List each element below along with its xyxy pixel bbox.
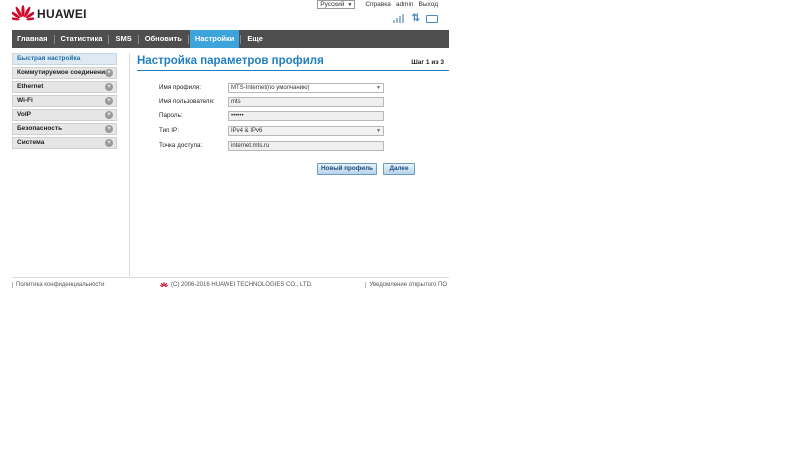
sidebar-item-label: Безопасность xyxy=(17,125,63,132)
main-nav: Главная Статистика SMS Обновить Настройк… xyxy=(12,30,449,48)
sidebar-item-label: VoIP xyxy=(17,111,31,118)
next-button[interactable]: Далее xyxy=(383,163,415,175)
nav-divider xyxy=(187,34,189,44)
sidebar-item-system[interactable]: Система + xyxy=(12,137,117,149)
step-indicator: Шаг 1 из 3 xyxy=(411,59,444,66)
username-label: Имя пользователя: xyxy=(159,98,215,105)
sidebar-item-wifi[interactable]: Wi-Fi + xyxy=(12,95,117,107)
sidebar-item-dialup[interactable]: Коммутируемое соединение + xyxy=(12,67,117,79)
apn-label: Точка доступа: xyxy=(159,142,203,149)
page-title: Настройка параметров профиля xyxy=(137,55,324,67)
password-field[interactable]: •••••• xyxy=(228,111,384,121)
nav-more[interactable]: Еще xyxy=(242,30,268,48)
status-icons: ⇅ xyxy=(392,13,438,24)
copyright: (C) 2006-2016 HUAWEI TECHNOLOGIES CO., L… xyxy=(160,282,313,288)
sidebar-item-voip[interactable]: VoIP + xyxy=(12,109,117,121)
ip-type-value: IPv4 & IPv6 xyxy=(231,128,263,134)
expand-icon: + xyxy=(105,111,113,119)
huawei-flower-icon xyxy=(160,282,168,287)
nav-divider xyxy=(137,34,139,44)
nav-divider xyxy=(240,34,242,44)
footer-divider xyxy=(12,277,449,278)
chevron-down-icon: ▼ xyxy=(376,85,381,91)
signal-icon xyxy=(392,14,405,23)
sidebar-item-ethernet[interactable]: Ethernet + xyxy=(12,81,117,93)
ip-type-select[interactable]: IPv4 & IPv6 ▼ xyxy=(228,126,384,136)
logout-link[interactable]: Выход xyxy=(419,1,438,8)
privacy-policy-link[interactable]: Политика конфиденциальности xyxy=(12,282,105,288)
brand-name: HUAWEI xyxy=(37,7,87,21)
apn-field[interactable]: internet.mts.ru xyxy=(228,141,384,151)
nav-home[interactable]: Главная xyxy=(12,30,53,48)
nav-update[interactable]: Обновить xyxy=(140,30,187,48)
sidebar-item-security[interactable]: Безопасность + xyxy=(12,123,117,135)
sidebar-item-label: Коммутируемое соединение xyxy=(17,69,109,76)
header: HUAWEI Русский ▼ Справка admin Выход ⇅ xyxy=(0,0,450,30)
copyright-text: (C) 2006-2016 HUAWEI TECHNOLOGIES CO., L… xyxy=(171,282,313,288)
sidebar-item-label: Быстрая настройка xyxy=(17,55,81,62)
sidebar-item-quick-setup[interactable]: Быстрая настройка xyxy=(12,53,117,65)
new-profile-button[interactable]: Новый профиль xyxy=(317,163,377,175)
language-select[interactable]: Русский ▼ xyxy=(317,0,356,9)
profile-name-label: Имя профиля: xyxy=(159,84,201,91)
user-name: admin xyxy=(395,1,414,8)
sidebar-divider xyxy=(129,53,130,276)
help-link[interactable]: Справка xyxy=(365,1,391,8)
profile-name-value: MTS-Internet(по умолчанию) xyxy=(231,85,310,91)
ip-type-label: Тип IP: xyxy=(159,127,179,134)
password-label: Пароль: xyxy=(159,112,183,119)
expand-icon: + xyxy=(105,125,113,133)
huawei-flower-icon xyxy=(12,5,34,21)
sidebar-item-label: Ethernet xyxy=(17,83,44,90)
username-value: mts xyxy=(231,99,241,105)
sidebar-item-label: Система xyxy=(17,139,45,146)
expand-icon: + xyxy=(105,83,113,91)
nav-divider xyxy=(53,34,55,44)
open-source-notice-link[interactable]: Уведомление открытого ПО xyxy=(365,282,447,288)
data-transfer-icon: ⇅ xyxy=(411,13,420,24)
top-links: Русский ▼ Справка admin Выход xyxy=(317,0,438,9)
apn-row: Точка доступа: internet.mts.ru xyxy=(137,141,449,151)
expand-icon: + xyxy=(105,69,113,77)
nav-divider xyxy=(108,34,110,44)
chevron-down-icon: ▼ xyxy=(347,1,353,8)
expand-icon: + xyxy=(105,139,113,147)
nav-statistics[interactable]: Статистика xyxy=(56,30,108,48)
footer: Политика конфиденциальности (C) 2006-201… xyxy=(12,282,449,292)
pc-connection-icon xyxy=(426,15,438,23)
apn-value: internet.mts.ru xyxy=(231,143,270,149)
nav-settings[interactable]: Настройки xyxy=(189,30,240,48)
main-content: Настройка параметров профиля Шаг 1 из 3 … xyxy=(137,55,449,175)
huawei-logo[interactable]: HUAWEI xyxy=(12,5,87,23)
profile-name-row: Имя профиля: MTS-Internet(по умолчанию) … xyxy=(137,83,449,93)
title-underline xyxy=(137,70,449,71)
nav-sms[interactable]: SMS xyxy=(110,30,136,48)
ip-type-row: Тип IP: IPv4 & IPv6 ▼ xyxy=(137,126,449,136)
expand-icon: + xyxy=(105,97,113,105)
profile-name-select[interactable]: MTS-Internet(по умолчанию) ▼ xyxy=(228,83,384,93)
password-value: •••••• xyxy=(231,113,244,119)
chevron-down-icon: ▼ xyxy=(376,128,381,134)
username-row: Имя пользователя: mts xyxy=(137,97,449,107)
username-field[interactable]: mts xyxy=(228,97,384,107)
language-value: Русский xyxy=(320,0,345,8)
password-row: Пароль: •••••• xyxy=(137,111,449,121)
sidebar: Быстрая настройка Коммутируемое соединен… xyxy=(12,53,117,151)
sidebar-item-label: Wi-Fi xyxy=(17,97,33,104)
